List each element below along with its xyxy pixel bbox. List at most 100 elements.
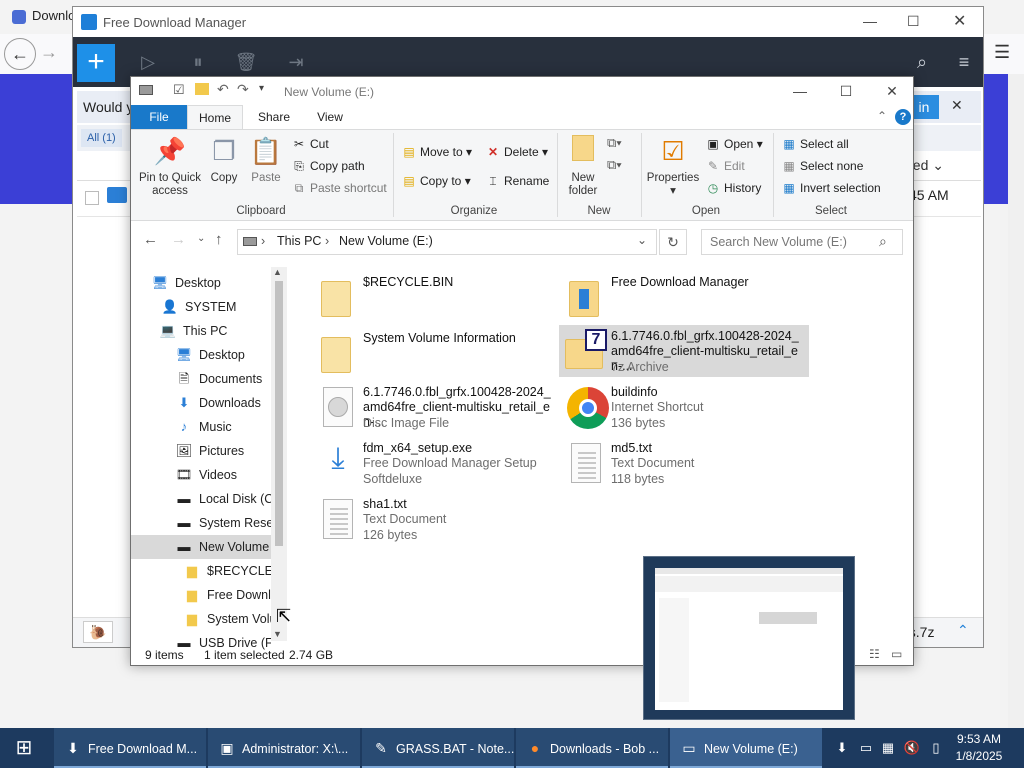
breadcrumb-this-pc[interactable]: This PC xyxy=(277,234,321,248)
nav-item[interactable]: 🗎 Documents xyxy=(131,367,271,391)
nav-scroll-up-icon[interactable]: ▲ xyxy=(273,267,282,277)
explorer-close-button[interactable]: ✕ xyxy=(869,77,915,105)
nav-item[interactable]: 👤 SYSTEM xyxy=(131,295,271,319)
fdm-search-icon[interactable]: ⌕ xyxy=(909,49,935,75)
nav-item[interactable]: ▬ USB Drive (F:) xyxy=(131,631,272,655)
tray-color-icon[interactable]: ▦ xyxy=(878,738,898,758)
start-button[interactable]: ⊞ xyxy=(0,728,48,768)
address-dropdown-icon[interactable]: ⌄ xyxy=(637,233,647,247)
tab-file[interactable]: File xyxy=(131,105,187,129)
browser-back-button[interactable]: ← xyxy=(4,38,36,70)
file-tile-fdm-setup[interactable]: ⤓ fdm_x64_setup.exe Free Download Manage… xyxy=(311,437,557,489)
delete-button[interactable]: ✕ Delete ▾ xyxy=(485,143,548,161)
recent-locations-button[interactable]: ⌄ xyxy=(197,233,205,244)
nav-scroll-down-icon[interactable]: ▼ xyxy=(273,629,282,639)
file-tile-system-volume-information[interactable]: System Volume Information xyxy=(311,327,557,379)
nav-item[interactable]: ▬ System Reserve xyxy=(131,511,272,535)
fdm-close-button[interactable]: ✕ xyxy=(953,11,966,31)
browser-scrollbar[interactable] xyxy=(1008,74,1024,728)
tray-volume-muted-icon[interactable]: 🔇 xyxy=(902,738,922,758)
edit-button[interactable]: ✎ Edit xyxy=(705,157,745,175)
qat-undo-icon[interactable]: ↶ xyxy=(217,81,229,98)
fdm-expand-icon[interactable]: ⌃ xyxy=(957,622,969,639)
explorer-maximize-button[interactable]: ☐ xyxy=(823,77,869,105)
tab-share[interactable]: Share xyxy=(247,105,301,129)
refresh-button[interactable]: ↻ xyxy=(659,229,687,255)
file-tile-buildinfo[interactable]: buildinfo Internet Shortcut 136 bytes xyxy=(559,381,805,433)
file-tile-7z-archive[interactable]: 7 6.1.7746.0.fbl_grfx.100428-2024_amd64f… xyxy=(559,325,809,377)
taskbar-button-cmd[interactable]: ▣ Administrator: X:\... xyxy=(208,728,360,768)
nav-item[interactable]: 🎞 Videos xyxy=(131,463,271,487)
tray-display-icon[interactable]: ▭ xyxy=(856,738,876,758)
history-button[interactable]: ◷ History xyxy=(705,179,762,197)
search-input[interactable]: Search New Volume (E:) xyxy=(701,229,903,255)
nav-item[interactable]: ⬇ Downloads xyxy=(131,391,271,415)
copy-button[interactable]: ❐ Copy xyxy=(205,135,243,185)
tray-battery-icon[interactable]: ▯ xyxy=(926,738,946,758)
copy-path-button[interactable]: ⎘ Copy path xyxy=(291,157,365,175)
browser-menu-button[interactable]: ☰ xyxy=(994,42,1010,63)
breadcrumb-volume[interactable]: New Volume (E:) xyxy=(339,234,433,248)
nav-item[interactable]: ♪ Music xyxy=(131,415,271,439)
qat-properties-icon[interactable]: ☑ xyxy=(173,82,185,98)
fdm-row-checkbox[interactable] xyxy=(85,191,99,205)
taskbar-clock[interactable]: 9:53 AM 1/8/2025 xyxy=(948,731,1010,765)
nav-item[interactable]: 💻 This PC xyxy=(131,319,271,343)
fdm-resume-icon[interactable]: ▷ xyxy=(135,49,161,75)
invert-selection-button[interactable]: ▦ Invert selection xyxy=(781,179,880,197)
fdm-menu-icon[interactable]: ≡ xyxy=(951,49,977,75)
fdm-minimize-button[interactable]: — xyxy=(863,13,877,29)
nav-item[interactable]: ▆ Free Downloa xyxy=(131,583,271,607)
select-all-button[interactable]: ▦ Select all xyxy=(781,135,848,153)
copy-to-button[interactable]: ▤ Copy to ▾ xyxy=(401,172,470,190)
qat-new-folder-icon[interactable] xyxy=(195,83,209,95)
nav-item[interactable]: ▆ $RECYCLE.BIN xyxy=(131,559,271,583)
new-item-icon[interactable]: ⧉▾ xyxy=(607,135,622,151)
nav-item[interactable]: 🖥 Desktop xyxy=(131,271,271,295)
nav-forward-button[interactable]: → xyxy=(171,231,186,248)
ribbon-collapse-icon[interactable]: ⌃ xyxy=(877,109,887,123)
fdm-maximize-button[interactable]: ☐ xyxy=(907,13,920,30)
nav-item[interactable]: ▆ System Volun xyxy=(131,607,271,631)
open-button[interactable]: ▣ Open ▾ xyxy=(705,135,762,153)
select-none-button[interactable]: ▦ Select none xyxy=(781,157,863,175)
nav-back-button[interactable]: ← xyxy=(143,231,158,248)
qat-customize-icon[interactable]: ▾ xyxy=(259,83,264,94)
taskbar-button-explorer[interactable]: ▭ New Volume (E:) xyxy=(670,728,822,768)
file-tile-sha1[interactable]: sha1.txt Text Document 126 bytes xyxy=(311,493,557,545)
new-folder-button[interactable]: New folder xyxy=(561,135,605,198)
fdm-tab-all[interactable]: All (1) xyxy=(81,129,122,147)
rename-button[interactable]: ⌶ Rename xyxy=(485,172,549,190)
taskbar-button-firefox[interactable]: ● Downloads - Bob ... xyxy=(516,728,668,768)
file-tile-md5[interactable]: md5.txt Text Document 118 bytes xyxy=(559,437,805,489)
tiles-view-icon[interactable]: ▭ xyxy=(891,647,902,661)
file-tile-disc-image[interactable]: 6.1.7746.0.fbl_grfx.100428-2024_amd64fre… xyxy=(311,381,557,433)
cut-button[interactable]: ✂ Cut xyxy=(291,135,329,153)
fdm-pause-icon[interactable]: ⏸ xyxy=(185,49,211,75)
browser-forward-button[interactable]: → xyxy=(40,42,58,63)
nav-item[interactable]: 🖥 Desktop xyxy=(131,343,271,367)
easy-access-icon[interactable]: ⧉▾ xyxy=(607,157,622,173)
help-icon[interactable]: ? xyxy=(895,109,911,125)
paste-button[interactable]: 📋 Paste xyxy=(245,135,287,185)
fdm-speed-mode-icon[interactable]: 🐌 xyxy=(83,621,113,643)
taskbar-button-notepad[interactable]: ✎ GRASS.BAT - Note... xyxy=(362,728,514,768)
fdm-delete-icon[interactable]: 🗑 xyxy=(233,49,259,75)
fdm-move-folder-icon[interactable]: ⇥ xyxy=(283,49,309,75)
move-to-button[interactable]: ▤ Move to ▾ xyxy=(401,143,472,161)
pin-quick-access-button[interactable]: 📌 Pin to Quick access xyxy=(135,135,205,198)
fdm-banner-close-button[interactable]: ✕ xyxy=(951,97,963,114)
nav-up-button[interactable]: ↑ xyxy=(215,231,223,248)
nav-item[interactable]: 🖼 Pictures xyxy=(131,439,271,463)
browser-tab[interactable]: Downlo xyxy=(6,4,81,32)
fdm-add-download-button[interactable]: + xyxy=(77,44,115,82)
file-tile-recycle-bin[interactable]: $RECYCLE.BIN xyxy=(311,271,557,323)
paste-shortcut-button[interactable]: ⧉ Paste shortcut xyxy=(291,179,387,197)
nav-item[interactable]: ▬ New Volume (E xyxy=(131,535,271,559)
explorer-minimize-button[interactable]: — xyxy=(777,77,823,105)
nav-item[interactable]: ▬ Local Disk (C:) xyxy=(131,487,272,511)
tray-fdm-icon[interactable]: ⬇ xyxy=(832,738,852,758)
properties-button[interactable]: ☑ Properties ▾ xyxy=(643,135,703,198)
taskbar-button-fdm[interactable]: ⬇ Free Download M... xyxy=(54,728,206,768)
file-tile-free-download-manager[interactable]: Free Download Manager xyxy=(559,271,805,323)
